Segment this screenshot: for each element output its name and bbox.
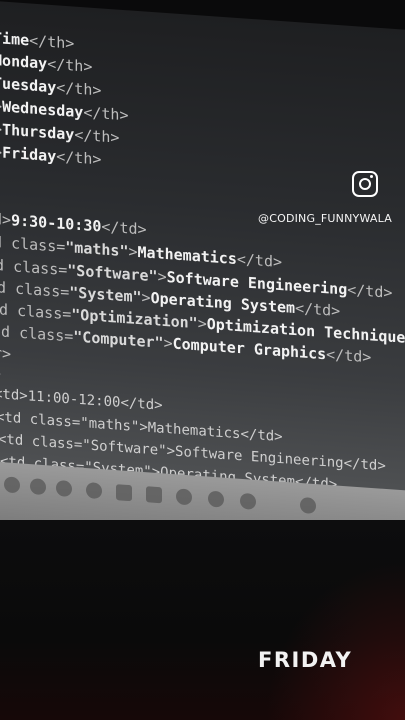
code-text: Tuesday xyxy=(0,73,57,97)
code-tag: td class= xyxy=(0,255,68,280)
code-tag: > xyxy=(157,267,167,287)
code-line: h>Friday</th> xyxy=(0,142,101,168)
code-text: Time xyxy=(0,28,30,50)
background-glow xyxy=(265,560,405,720)
code-tag: > xyxy=(128,242,138,262)
code-tag: td class= xyxy=(0,277,70,302)
day-sticker: FRIDAY xyxy=(258,648,353,672)
code-text: Mathematics xyxy=(147,419,241,443)
app-icon[interactable] xyxy=(4,476,20,494)
code-text: 9:30-10:30 xyxy=(11,211,102,236)
code-closing-tag: </td> xyxy=(326,345,372,367)
code-attribute-value: "maths" xyxy=(80,415,140,436)
code-line: r> xyxy=(0,365,1,382)
code-line: >Tuesday</th> xyxy=(0,73,102,100)
code-text: 11:00-12:00 xyxy=(27,388,121,411)
vscode-icon[interactable] xyxy=(176,488,192,506)
code-tag: > xyxy=(166,443,176,460)
app-icon[interactable] xyxy=(300,496,316,515)
code-tag: <td> xyxy=(0,385,28,405)
code-line: <td>11:00-12:00</td> xyxy=(0,386,163,414)
code-text: Friday xyxy=(2,143,57,166)
code-attribute-value: "Software" xyxy=(67,261,158,286)
code-line: >Time</th> xyxy=(0,28,75,53)
code-tag: td class= xyxy=(0,299,72,324)
monitor-screen: >Time</th>>Monday</th>>Tuesday</th>h>Wed… xyxy=(0,0,405,502)
app-icon[interactable] xyxy=(86,482,102,500)
code-tag: > xyxy=(141,288,151,307)
code-line: h>Thursday</th> xyxy=(0,119,119,146)
code-tag: r> xyxy=(0,365,1,382)
code-attribute-value: "System" xyxy=(69,283,142,307)
code-closing-tag: </td> xyxy=(295,299,341,321)
code-line: tr> xyxy=(0,343,11,363)
code-closing-tag: </td> xyxy=(120,394,163,414)
code-text: Mathematics xyxy=(137,243,237,268)
code-line: >Monday</th> xyxy=(0,50,92,76)
code-tag: > xyxy=(197,314,207,333)
code-closing-tag: </th> xyxy=(29,31,75,53)
code-text: Monday xyxy=(0,50,48,73)
code-closing-tag: </td> xyxy=(343,455,386,475)
code-tag: tr> xyxy=(0,343,12,364)
code-text: Thursday xyxy=(2,120,75,144)
chrome-icon[interactable] xyxy=(56,479,72,498)
code-attribute-value: "Computer" xyxy=(73,327,164,352)
instagram-icon xyxy=(352,171,378,197)
code-line: h>Wednesday</th> xyxy=(0,96,129,124)
code-tag: <td class= xyxy=(0,409,81,432)
code-closing-tag: </td> xyxy=(236,249,283,272)
code-text: Wednesday xyxy=(2,97,84,122)
code-tag: td class= xyxy=(0,321,74,346)
app-icon[interactable] xyxy=(30,478,46,496)
code-tag: > xyxy=(163,333,173,353)
app-icon[interactable] xyxy=(116,484,132,502)
code-closing-tag: </td> xyxy=(240,426,283,446)
code-tag: <td class= xyxy=(0,431,83,454)
code-editor: >Time</th>>Monday</th>>Tuesday</th>h>Wed… xyxy=(0,0,405,502)
code-closing-tag: </th> xyxy=(56,147,102,169)
app-icon[interactable] xyxy=(208,490,224,508)
code-closing-tag: </th> xyxy=(47,54,93,76)
code-closing-tag: </th> xyxy=(74,125,120,147)
app-icon[interactable] xyxy=(240,492,256,510)
watermark-handle: @CODING_FUNNYWALA xyxy=(258,212,392,225)
code-closing-tag: </td> xyxy=(347,280,393,302)
code-attribute-value: "maths" xyxy=(65,237,129,261)
code-closing-tag: </td> xyxy=(101,217,147,239)
code-closing-tag: </th> xyxy=(83,103,129,125)
code-tag: > xyxy=(139,419,148,436)
code-tag: td> xyxy=(0,209,12,230)
code-tag: td class= xyxy=(0,232,66,256)
code-closing-tag: </th> xyxy=(56,78,102,100)
app-icon[interactable] xyxy=(146,486,162,504)
code-attribute-value: "Software" xyxy=(82,437,167,460)
